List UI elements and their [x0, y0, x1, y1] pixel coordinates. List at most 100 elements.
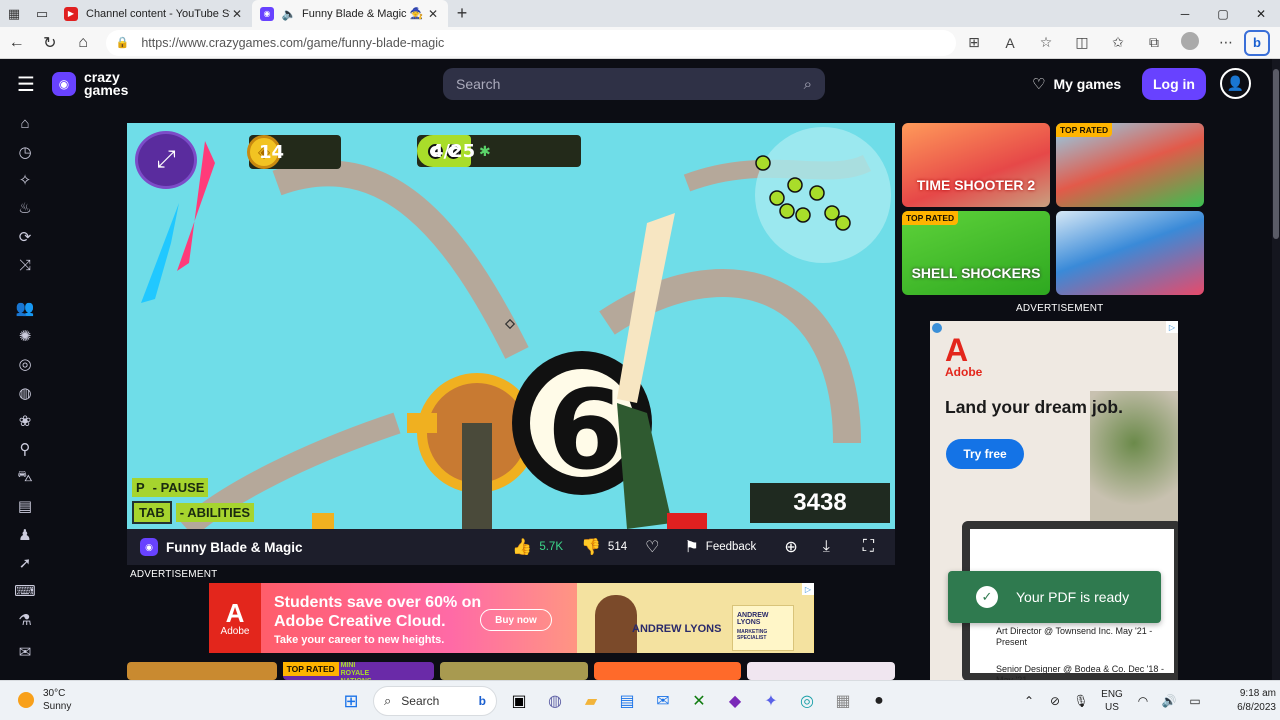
- fullscreen-button[interactable]: ⛶: [863, 538, 881, 556]
- chevron-up-icon[interactable]: ⌃: [1016, 694, 1042, 708]
- driving-nav-icon[interactable]: ⚗: [0, 606, 50, 634]
- casual-nav-icon[interactable]: ♟: [0, 520, 50, 548]
- url-field[interactable]: 🔒 https://www.crazygames.com/game/funny-…: [105, 29, 957, 56]
- buy-now-button[interactable]: Buy now: [480, 609, 552, 631]
- crazygames-logo[interactable]: ◉ crazy games: [52, 70, 128, 97]
- ad-choices-icon[interactable]: ▷: [1166, 321, 1178, 333]
- back-icon[interactable]: ←: [0, 34, 33, 52]
- search-icon[interactable]: ⌕: [804, 76, 812, 93]
- favorites-icon[interactable]: ✩: [1100, 34, 1136, 51]
- app-available-icon[interactable]: ⊞: [956, 34, 992, 51]
- mic-icon[interactable]: 🎙: [1068, 694, 1094, 708]
- scrollbar-thumb[interactable]: [1273, 69, 1279, 239]
- download-button[interactable]: ⤓: [823, 538, 837, 556]
- favorite-button[interactable]: ♡: [645, 537, 666, 557]
- file-explorer-icon[interactable]: ▰: [573, 685, 609, 717]
- favorite-star-icon[interactable]: ☆: [1028, 34, 1064, 51]
- mail-icon[interactable]: ✉: [645, 685, 681, 717]
- lock-icon[interactable]: 🔒: [116, 36, 130, 49]
- copilot-icon[interactable]: ✦: [753, 685, 789, 717]
- adobe-banner-ad[interactable]: A Adobe Students save over 60% on Adobe …: [209, 583, 814, 653]
- adobe-side-ad[interactable]: ▷ A Adobe Land your dream job. Try free …: [930, 321, 1178, 680]
- clicker-nav-icon[interactable]: ➚: [0, 549, 50, 577]
- login-button[interactable]: Log in: [1142, 68, 1206, 100]
- basketball-nav-icon[interactable]: ◍: [0, 379, 50, 407]
- home-icon[interactable]: ⌂: [66, 34, 99, 52]
- recommended-game-shell-shockers[interactable]: TOP RATED SHELL SHOCKERS: [902, 211, 1050, 295]
- workspaces-icon[interactable]: ▦: [0, 0, 28, 27]
- app-icon[interactable]: ◆: [717, 685, 753, 717]
- game-thumb[interactable]: [127, 662, 277, 680]
- profile-icon[interactable]: [1172, 32, 1208, 53]
- start-icon[interactable]: ⊞: [333, 685, 369, 717]
- tab-actions-icon[interactable]: ▭: [28, 0, 56, 27]
- new-nav-icon[interactable]: ✧: [0, 166, 50, 194]
- language-indicator[interactable]: ENG US: [1094, 688, 1130, 714]
- speaker-icon[interactable]: 🔈: [282, 7, 297, 21]
- recommended-game-time-shooter[interactable]: TIME SHOOTER 2: [902, 123, 1050, 207]
- multiplayer-nav-icon[interactable]: 👥: [0, 293, 50, 321]
- camera-icon[interactable]: ●: [861, 685, 897, 717]
- new-tab-button[interactable]: +: [448, 0, 476, 27]
- action-nav-icon[interactable]: ✺: [0, 322, 50, 350]
- minimize-icon[interactable]: ─: [1166, 0, 1204, 27]
- app-icon-2[interactable]: ▦: [825, 685, 861, 717]
- clock[interactable]: 9:18 am 6/8/2023: [1216, 687, 1276, 715]
- game-thumb[interactable]: [440, 662, 588, 680]
- pdf-ready-toast[interactable]: ✓ Your PDF is ready: [948, 571, 1161, 623]
- adventure-nav-icon[interactable]: ◎: [0, 350, 50, 378]
- like-button[interactable]: 👍 5.7K: [512, 537, 563, 557]
- recommended-game-2[interactable]: TOP RATED: [1056, 123, 1204, 207]
- collections-icon[interactable]: ⧉: [1136, 34, 1172, 51]
- my-games-button[interactable]: ♡ My games: [1032, 75, 1121, 93]
- volume-icon[interactable]: 🔊: [1156, 694, 1182, 708]
- car-nav-icon[interactable]: ⛍: [0, 464, 50, 492]
- bing-icon[interactable]: b: [1244, 29, 1271, 56]
- home-nav-icon[interactable]: ⌂: [0, 109, 50, 137]
- edge-icon[interactable]: ◎: [789, 685, 825, 717]
- network-off-icon[interactable]: ⊘: [1042, 694, 1068, 708]
- user-icon[interactable]: 👤: [1220, 68, 1251, 99]
- tab-youtube-studio[interactable]: ▶ Channel content - YouTube Studio ✕: [56, 0, 252, 27]
- game-thumb[interactable]: [747, 662, 895, 680]
- page-scrollbar[interactable]: [1272, 59, 1280, 680]
- xbox-icon[interactable]: ✕: [681, 685, 717, 717]
- recommended-game-4[interactable]: [1056, 211, 1204, 295]
- close-window-icon[interactable]: ✕: [1242, 0, 1280, 27]
- close-tab-icon[interactable]: ✕: [230, 7, 244, 21]
- game-thumb[interactable]: TOP RATED MINI ROYALE NATIONS: [282, 662, 435, 680]
- store-icon[interactable]: ▤: [609, 685, 645, 717]
- card-nav-icon[interactable]: ▤: [0, 492, 50, 520]
- beauty-nav-icon[interactable]: ❀: [0, 407, 50, 435]
- teams-chat-icon[interactable]: ◍: [537, 685, 573, 717]
- refresh-icon[interactable]: ↻: [33, 33, 66, 53]
- weather-widget[interactable]: 30°C Sunny: [18, 687, 71, 713]
- embed-button[interactable]: ⊕: [784, 537, 804, 557]
- try-free-button[interactable]: Try free: [946, 439, 1024, 469]
- game-canvas[interactable]: 6 ⤢ ◈ 14 4/25 ✱ P - PAUSE TAB - ABILITIE…: [127, 123, 895, 529]
- more-icon[interactable]: ⋯: [1208, 34, 1244, 51]
- bike-nav-icon[interactable]: ⚲: [0, 435, 50, 463]
- read-aloud-icon[interactable]: A: [992, 35, 1028, 51]
- wifi-icon[interactable]: ◠: [1130, 694, 1156, 708]
- ad-choices-icon[interactable]: ▷: [802, 583, 814, 595]
- task-view-icon[interactable]: ▣: [501, 685, 537, 717]
- controller-nav-icon[interactable]: ⌨: [0, 577, 50, 605]
- search-input[interactable]: Search ⌕: [443, 68, 825, 100]
- taskbar-search[interactable]: ⌕ Search b: [373, 686, 497, 716]
- feedback-button[interactable]: ⚑ Feedback: [684, 537, 756, 557]
- close-tab-icon[interactable]: ✕: [426, 7, 440, 21]
- expand-ability-icon[interactable]: ⤢: [135, 131, 197, 189]
- recent-nav-icon[interactable]: ◷: [0, 137, 50, 165]
- battery-icon[interactable]: ▭: [1182, 694, 1208, 708]
- menu-icon[interactable]: ☰: [0, 72, 52, 97]
- game-thumb[interactable]: [593, 662, 742, 680]
- maximize-icon[interactable]: ▢: [1204, 0, 1242, 27]
- random-nav-icon[interactable]: ⤨: [0, 251, 50, 279]
- split-screen-icon[interactable]: ◫: [1064, 34, 1100, 51]
- dislike-button[interactable]: 👎 514: [581, 537, 627, 557]
- mail-nav-icon[interactable]: ✉: [0, 638, 50, 666]
- tab-funny-blade-magic[interactable]: ◉ 🔈 Funny Blade & Magic 🧙 Play ✕: [252, 0, 448, 27]
- updated-nav-icon[interactable]: ⟳: [0, 223, 50, 251]
- trending-nav-icon[interactable]: ♨: [0, 194, 50, 222]
